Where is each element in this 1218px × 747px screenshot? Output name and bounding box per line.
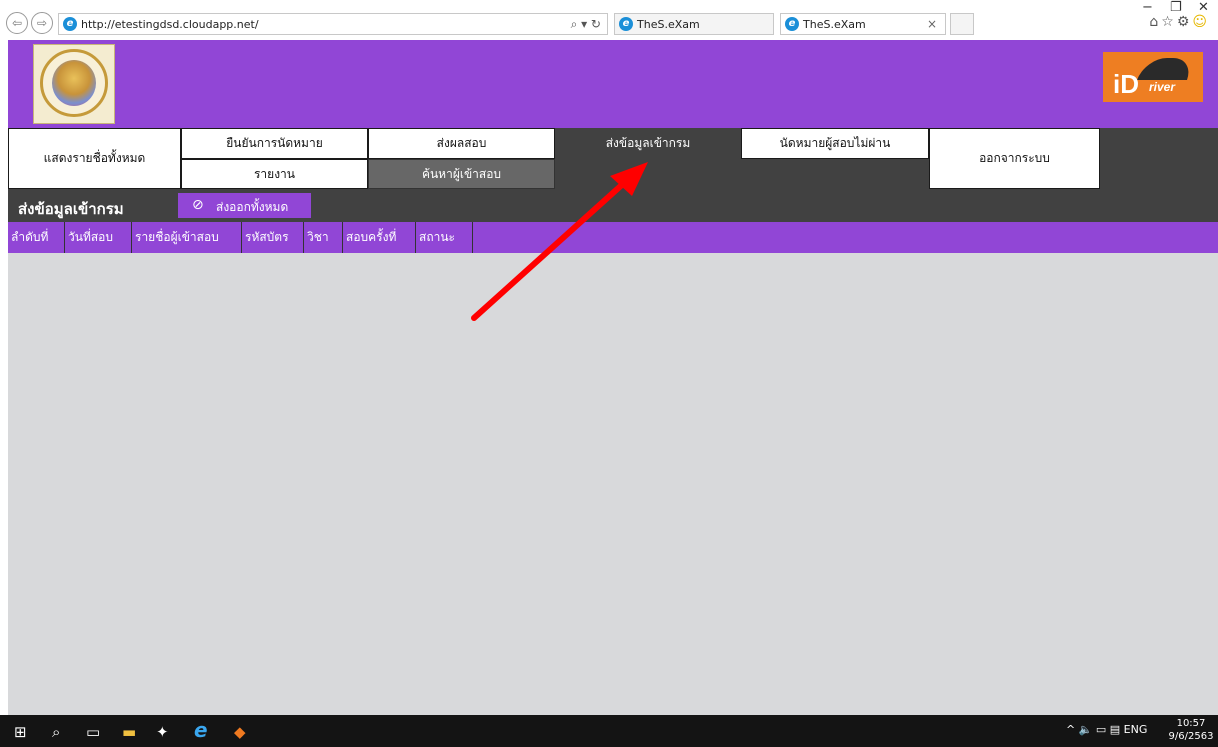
internet-explorer-icon[interactable]: e <box>194 718 208 742</box>
clock-date: 9/6/2563 <box>1168 731 1214 742</box>
annotation-arrow-icon <box>471 162 648 321</box>
file-explorer-icon[interactable]: ▬ <box>122 723 136 741</box>
task-view-icon[interactable]: ▭ <box>86 723 100 741</box>
clock-time: 10:57 <box>1176 718 1206 729</box>
windows-taskbar: ⊞ ⌕ ▭ ▬ ✦ e ◆ ^ 🔈 ▭ ▤ ENG 10:57 9/6/2563 <box>0 715 1218 747</box>
search-icon[interactable]: ⌕ <box>52 723 60 741</box>
system-tray-icons[interactable]: ^ 🔈 ▭ ▤ ENG <box>1066 723 1147 736</box>
app-icon-2[interactable]: ◆ <box>234 723 246 741</box>
taskbar-clock[interactable]: 10:57 9/6/2563 <box>1166 717 1216 743</box>
arrow-shaft <box>471 180 627 321</box>
app-icon[interactable]: ✦ <box>156 723 169 741</box>
start-windows-icon[interactable]: ⊞ <box>14 723 27 741</box>
